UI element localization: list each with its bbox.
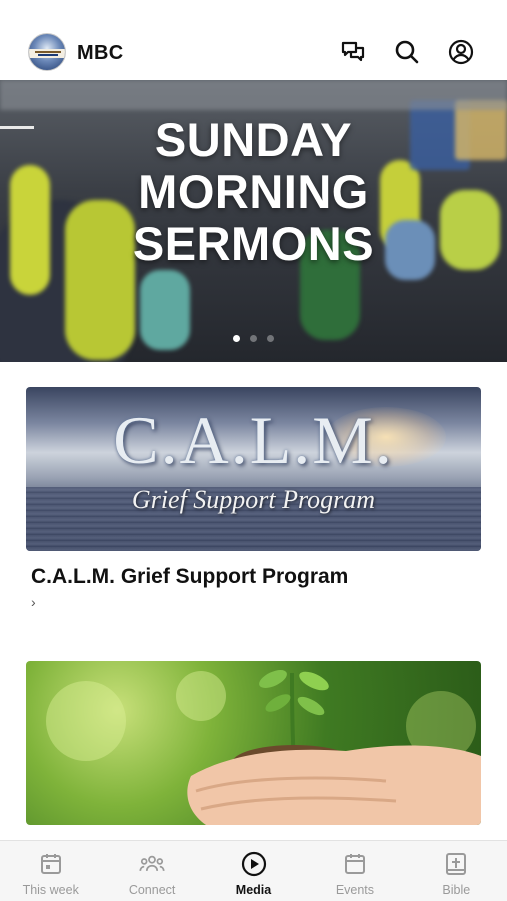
carousel-pagination (0, 335, 507, 342)
tab-this-week[interactable]: This week (0, 841, 101, 901)
tab-label: Connect (128, 883, 176, 897)
tab-label: This week (22, 883, 79, 897)
seedling-illustration (187, 670, 481, 825)
hero-carousel[interactable]: SUNDAY MORNING SERMONS (0, 80, 507, 362)
tab-label: Bible (442, 883, 471, 897)
tab-label: Media (235, 883, 272, 897)
profile-icon[interactable] (447, 38, 475, 66)
calm-card-image[interactable]: C.A.L.M. Grief Support Program (26, 387, 481, 551)
search-icon[interactable] (393, 38, 421, 66)
calendar-icon (342, 851, 368, 877)
play-circle-icon (241, 851, 267, 877)
bible-icon (443, 851, 469, 877)
app-title: MBC (77, 42, 124, 64)
church-logo[interactable] (28, 33, 66, 71)
calendar-day-icon (38, 851, 64, 877)
tab-events[interactable]: Events (304, 841, 405, 901)
tab-media[interactable]: Media (203, 841, 304, 901)
pagination-dot[interactable] (233, 335, 240, 342)
hero-title: SUNDAY MORNING SERMONS (132, 113, 375, 270)
chat-icon[interactable] (339, 38, 367, 66)
seedling-card-image[interactable] (26, 661, 481, 825)
tab-label: Events (335, 883, 375, 897)
bottom-tab-bar: This week Connect Media Events Bible (0, 840, 507, 901)
chevron-right-icon[interactable]: › (31, 594, 36, 610)
calm-card-title[interactable]: C.A.L.M. Grief Support Program (31, 565, 348, 589)
people-icon (139, 851, 165, 877)
tab-connect[interactable]: Connect (101, 841, 202, 901)
pagination-dot[interactable] (250, 335, 257, 342)
tab-bible[interactable]: Bible (406, 841, 507, 901)
calm-image-subtitle: Grief Support Program (131, 485, 376, 514)
app-header: MBC (0, 0, 507, 80)
pagination-dot[interactable] (267, 335, 274, 342)
calm-image-title: C.A.L.M. (113, 402, 394, 478)
